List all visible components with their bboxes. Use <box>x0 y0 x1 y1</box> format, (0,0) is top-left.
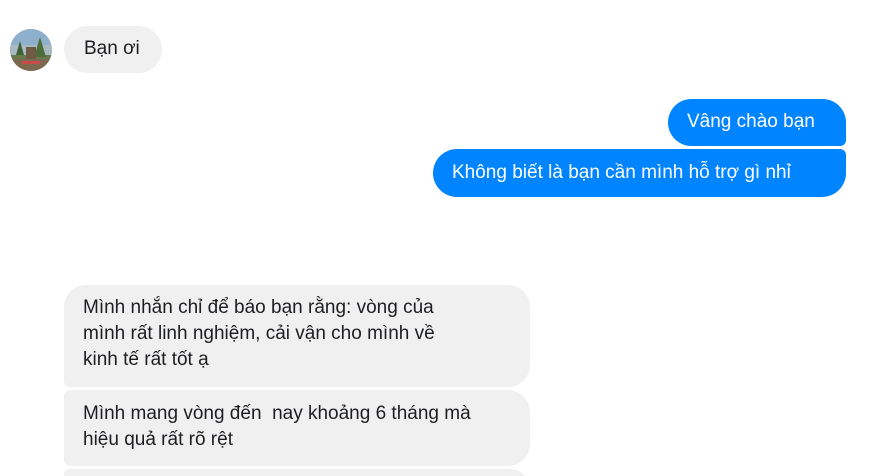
chat-thread: Bạn ơi Vâng chào bạn Không biết là bạn c… <box>0 0 871 476</box>
message-text: Vâng chào bạn <box>687 111 815 132</box>
message-text-line: kinh tế rất tốt ạ <box>83 349 209 370</box>
message-bubble-incoming[interactable]: Mình mang vòng đến nay khoảng 6 tháng mà… <box>64 390 530 466</box>
message-text-line: Mình nhắn chỉ để báo bạn rằng: vòng của <box>83 297 434 318</box>
message-bubble-incoming[interactable]: Bạn ơi <box>64 26 162 73</box>
message-bubble-outgoing[interactable]: Vâng chào bạn <box>668 99 846 146</box>
message-bubble-incoming[interactable]: Mình nhắn chỉ để báo bạn rằng: vòng của … <box>64 285 530 387</box>
sender-avatar[interactable] <box>10 29 52 71</box>
message-text-line: hiệu quả rất rõ rệt <box>83 429 233 450</box>
message-text-line: mình rất linh nghiệm, cải vận cho mình v… <box>83 323 435 344</box>
avatar-photo-icon <box>10 29 52 71</box>
message-text: Không biết là bạn cần mình hỗ trợ gì nhỉ <box>452 162 791 183</box>
message-text: Bạn ơi <box>84 38 140 59</box>
message-bubble-outgoing[interactable]: Không biết là bạn cần mình hỗ trợ gì nhỉ <box>433 149 846 197</box>
message-bubble-incoming-partial[interactable] <box>64 469 530 476</box>
message-text-line: Mình mang vòng đến nay khoảng 6 tháng mà <box>83 403 471 424</box>
